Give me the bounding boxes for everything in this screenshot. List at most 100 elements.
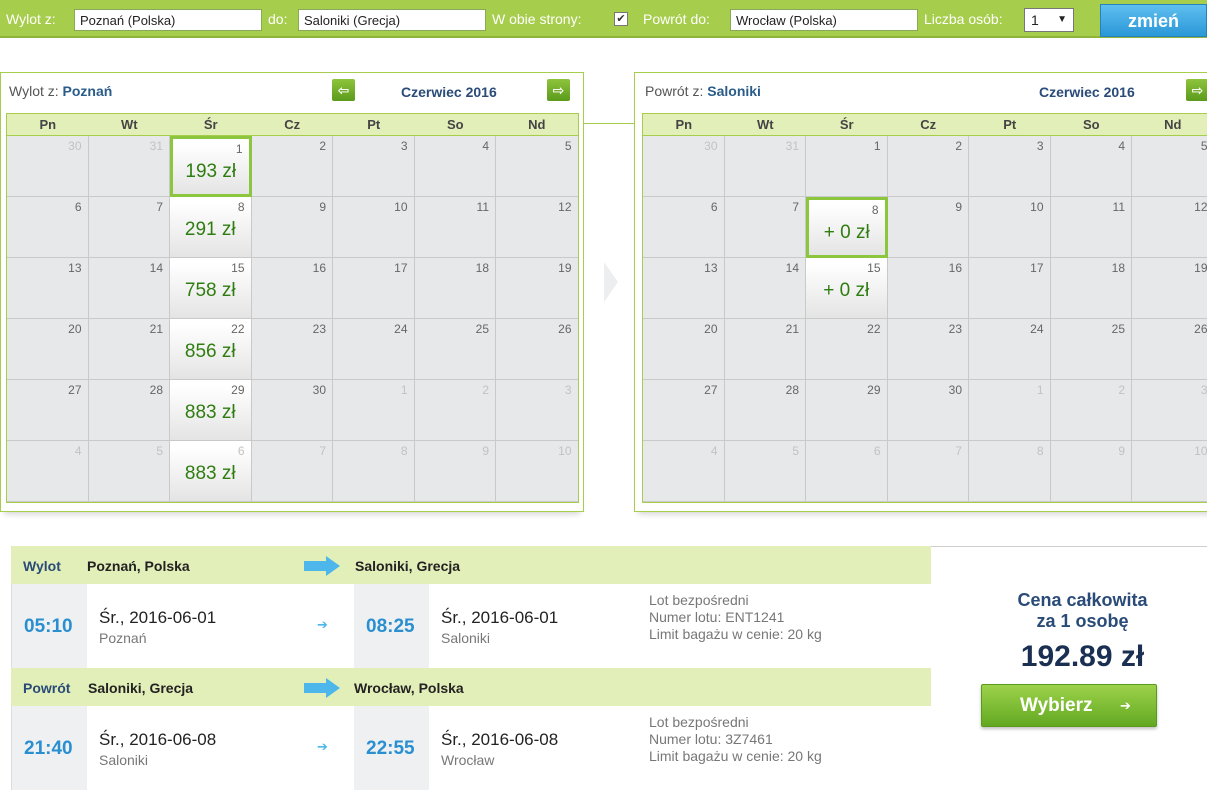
calendar-day-priced[interactable]: 1 193 zł	[170, 136, 252, 197]
select-button[interactable]: Wybierz ➔	[981, 684, 1157, 727]
calendar-day: 9	[251, 197, 333, 258]
calendar-day-priced[interactable]: 6 883 zł	[170, 441, 252, 502]
day-number: 9	[955, 200, 962, 214]
day-number: 8	[237, 200, 245, 214]
next-month-icon[interactable]: ⇨	[547, 79, 570, 101]
day-number: 27	[68, 383, 82, 397]
day-number: 18	[1111, 261, 1125, 275]
prev-month-icon[interactable]: ⇦	[332, 79, 355, 101]
calendar-day: 24	[333, 319, 415, 380]
leg-details-return: 21:40 Śr., 2016-06-08 Saloniki ➔ 22:55 Ś…	[11, 706, 931, 790]
day-number: 2	[1118, 383, 1125, 397]
calendar-day-priced[interactable]: 22 856 zł	[170, 319, 252, 380]
day-number: 29	[867, 383, 881, 397]
weekday-label: Nd	[1164, 117, 1182, 132]
calendar-day: 27	[643, 380, 725, 441]
day-number: 26	[558, 322, 572, 336]
calendar-city: Poznań	[62, 83, 113, 99]
chevron-right-icon	[604, 262, 618, 302]
weekday-label: Pn	[675, 117, 693, 132]
leg-to: Saloniki, Grecja	[355, 558, 461, 574]
calendar-day: 6	[806, 441, 888, 502]
calendar-day: 29	[806, 380, 888, 441]
calendar-week: 30 31 1 193 zł 2 3 4 5	[7, 136, 578, 197]
calendar-day: 27	[7, 380, 89, 441]
return-input[interactable]: Wrocław (Polska)	[730, 9, 918, 31]
calendar-grid: Pn Wt Śr Cz Pt So Nd 30 31 1 2 3 4 5 6 7 8 + 0 zł 9 10 11 12 1…	[642, 113, 1207, 503]
calendar-day: 30	[643, 136, 725, 197]
calendar-day: 23	[887, 319, 969, 380]
day-number: 13	[68, 261, 82, 275]
day-number: 3	[1036, 139, 1044, 153]
calendar-day: 6	[643, 197, 725, 258]
day-number: 9	[319, 200, 326, 214]
day-number: 3	[564, 383, 572, 397]
day-number: 31	[149, 139, 163, 153]
arrow-right-icon: ➔	[317, 617, 328, 632]
calendar-day: 22	[806, 319, 888, 380]
calendar-day: 1	[806, 136, 888, 197]
leg-to: Wrocław, Polska	[354, 680, 464, 696]
day-number: 15	[867, 261, 881, 275]
calendar-day-priced[interactable]: 15 758 zł	[170, 258, 252, 319]
calendar-day: 9	[1050, 441, 1132, 502]
leg-from: Poznań, Polska	[87, 558, 190, 574]
calendar-day: 13	[7, 258, 89, 319]
calendar-day: 11	[414, 197, 496, 258]
day-number: 2	[955, 139, 962, 153]
calendar-day: 5	[724, 441, 806, 502]
calendar-day: 2	[1050, 380, 1132, 441]
persons-select[interactable]: 1 ▼	[1024, 8, 1074, 32]
calendar-day: 24	[969, 319, 1051, 380]
calendar-day: 2	[251, 136, 333, 197]
day-number: 9	[482, 444, 489, 458]
day-number: 17	[1030, 261, 1044, 275]
leg-kind: Powrót	[23, 680, 71, 696]
calendar-day-priced[interactable]: 15 + 0 zł	[806, 258, 888, 319]
day-number: 29	[231, 383, 245, 397]
calendar-day: 30	[251, 380, 333, 441]
day-number: 4	[74, 444, 82, 458]
calendar-day-priced[interactable]: 8 291 zł	[170, 197, 252, 258]
arrow-right-icon: ➔	[1120, 698, 1131, 713]
calendar-day: 7	[887, 441, 969, 502]
search-bar: Wylot z: Poznań (Polska) do: Saloniki (G…	[0, 0, 1207, 38]
change-button[interactable]: zmień	[1100, 4, 1207, 37]
from-input[interactable]: Poznań (Polska)	[74, 9, 262, 31]
calendar-day: 28	[724, 380, 806, 441]
leg-details-outbound: 05:10 Śr., 2016-06-01 Poznań ➔ 08:25 Śr.…	[11, 584, 931, 668]
calendar-day: 8	[333, 441, 415, 502]
calendar-day: 3	[496, 380, 578, 441]
day-number: 5	[156, 444, 163, 458]
calendar-day: 20	[643, 319, 725, 380]
to-input[interactable]: Saloniki (Grecja)	[298, 9, 486, 31]
day-number: 30	[68, 139, 82, 153]
calendar-day-priced[interactable]: 8 + 0 zł	[806, 197, 888, 258]
calendar-day-priced[interactable]: 29 883 zł	[170, 380, 252, 441]
day-number: 25	[1111, 322, 1125, 336]
day-number: 1	[873, 139, 881, 153]
day-number: 13	[704, 261, 718, 275]
flight-summary: Wylot Poznań, Polska Saloniki, Grecja 05…	[11, 546, 931, 791]
arrival-time: 22:55	[366, 738, 415, 759]
day-number: 14	[785, 261, 799, 275]
calendar-week: 20 21 22 856 zł 23 24 25 26	[7, 319, 578, 380]
select-button-label: Wybierz	[1020, 695, 1093, 716]
calendar-day: 12	[496, 197, 578, 258]
calendar-day: 23	[251, 319, 333, 380]
next-month-icon[interactable]: ⇨	[1186, 79, 1207, 101]
arrow-right-icon	[304, 556, 342, 576]
weekday-label: Pt	[1003, 117, 1017, 132]
calendar-day: 5	[1132, 136, 1207, 197]
day-number: 23	[948, 322, 962, 336]
day-number: 19	[1194, 261, 1207, 275]
day-number: 10	[394, 200, 408, 214]
day-number: 30	[312, 383, 326, 397]
day-number: 9	[1118, 444, 1125, 458]
calendar-day: 17	[333, 258, 415, 319]
calendar-day: 25	[1050, 319, 1132, 380]
round-trip-checkbox[interactable]: ✔	[614, 12, 628, 26]
calendar-day: 7	[251, 441, 333, 502]
calendar-week: 6 7 8 291 zł 9 10 11 12	[7, 197, 578, 258]
weekday-header: Pn Wt Śr Cz Pt So Nd	[643, 114, 1207, 136]
